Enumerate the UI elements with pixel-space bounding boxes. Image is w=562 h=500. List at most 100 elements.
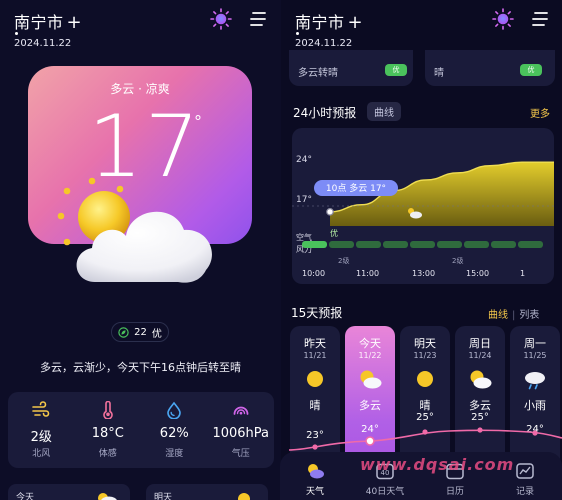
humidity-value: 62% xyxy=(159,426,189,441)
aqi-bar-row xyxy=(302,241,543,248)
aqi-row-label: 空气 xyxy=(296,232,312,242)
light-rain-icon xyxy=(525,372,545,390)
page-indicator-dot xyxy=(15,32,18,35)
aqi-bar-segment xyxy=(356,241,381,248)
partly-cloudy-icon xyxy=(470,370,492,389)
forecast-weekday: 今天 xyxy=(359,337,381,350)
forecast-weekday: 明天 xyxy=(414,337,436,350)
quality-card-today[interactable]: 多云转晴 优 xyxy=(289,48,413,86)
day-card-label: 明天 xyxy=(154,493,173,500)
quality-badge: 优 xyxy=(520,64,542,76)
partly-cloudy-icon xyxy=(360,370,382,389)
current-hour-point xyxy=(326,208,334,216)
time-label: 10:00 xyxy=(302,269,325,278)
plus-icon[interactable]: + xyxy=(348,12,364,33)
forecast-condition: 多云 xyxy=(469,399,491,412)
forecast-temp: 25° xyxy=(416,412,434,423)
plus-icon[interactable]: + xyxy=(67,12,83,33)
current-condition: 多云 · 凉爽 xyxy=(110,82,170,96)
wind-level-label: 2级 xyxy=(452,256,463,265)
page-indicator-dot xyxy=(296,32,299,35)
time-label: 13:00 xyxy=(412,269,435,278)
city-name: 南宁市 xyxy=(295,13,345,32)
watermark-text: www.dqsai.com xyxy=(360,455,515,474)
forecast-date: 11/22 xyxy=(358,351,382,360)
day-card-today[interactable]: 今天 xyxy=(8,484,130,500)
sunny-icon xyxy=(417,371,433,387)
aqi-bar-segment xyxy=(518,241,543,248)
aqi-bar-segment xyxy=(383,241,408,248)
menu-icon[interactable] xyxy=(249,11,267,27)
weather-home-panel: 南宁市 + 2024.11.22 多云 · 凉爽 17 ° 22 优 多云，云渐… xyxy=(0,0,281,500)
pressure-label: 气压 xyxy=(231,449,250,459)
degree-symbol: ° xyxy=(194,112,202,131)
quality-badge: 优 xyxy=(385,64,407,76)
pressure-value: 1006hPa xyxy=(212,426,270,441)
feels-like-value: 18°C xyxy=(91,426,124,441)
wind-value: 2级 xyxy=(30,430,52,445)
sun-icon[interactable] xyxy=(492,8,514,30)
wind-icon xyxy=(32,401,50,417)
tab-label: 记录 xyxy=(515,487,534,497)
city-selector[interactable]: 南宁市 + xyxy=(14,9,82,33)
aqi-level: 优 xyxy=(151,328,162,340)
tab-curve[interactable]: 曲线 xyxy=(488,310,508,321)
hourly-more-link[interactable]: 更多 xyxy=(530,105,550,120)
forecast-date: 11/24 xyxy=(468,351,492,360)
hourly-mode-tag[interactable]: 曲线 xyxy=(367,102,401,121)
forecast-date: 11/21 xyxy=(303,351,327,360)
date-label: 2024.11.22 xyxy=(295,38,353,49)
aqi-bar-segment xyxy=(464,241,489,248)
forecast-temp: 23° xyxy=(306,430,324,441)
tab-list[interactable]: 列表 xyxy=(519,310,539,321)
header: 南宁市 + 2024.11.22 xyxy=(0,0,281,56)
forecast-weekday: 周日 xyxy=(469,337,491,350)
humidity-label: 湿度 xyxy=(165,449,184,459)
tab-separator: | xyxy=(512,310,516,321)
city-selector[interactable]: 南宁市 + xyxy=(295,9,363,33)
stat-feels-like[interactable]: 18°C 体感 xyxy=(75,392,142,468)
forecast15-title: 15天预报 xyxy=(291,306,343,320)
aqi-bar-segment xyxy=(491,241,516,248)
aqi-bar-segment xyxy=(410,241,435,248)
feels-like-label: 体感 xyxy=(98,449,117,459)
forecast-date: 11/23 xyxy=(413,351,437,360)
day-card-label: 今天 xyxy=(16,493,35,500)
aqi-value: 22 xyxy=(134,326,147,338)
weather-stats: 2级 北风 18°C 体感 62% 湿度 1006hPa 气压 xyxy=(8,392,274,468)
day-card-tomorrow[interactable]: 明天 xyxy=(146,484,268,500)
stat-pressure[interactable]: 1006hPa 气压 xyxy=(208,392,275,468)
sunny-icon xyxy=(307,371,323,387)
y-tick-label: 17° xyxy=(296,195,312,205)
quality-card-text: 多云转晴 xyxy=(298,68,338,79)
forecast-condition: 小雨 xyxy=(524,399,546,412)
quality-card-tomorrow[interactable]: 晴 优 xyxy=(425,48,555,86)
forecast-weekday: 周一 xyxy=(524,337,546,350)
forecast15-tabs: 曲线 | 列表 xyxy=(488,306,539,321)
city-name: 南宁市 xyxy=(14,13,64,32)
stat-humidity[interactable]: 62% 湿度 xyxy=(141,392,208,468)
forecast-temp: 24° xyxy=(526,424,544,435)
tab-label: 天气 xyxy=(305,487,324,497)
header: 南宁市 + 2024.11.22 xyxy=(281,0,562,50)
time-label: 15:00 xyxy=(466,269,489,278)
forecast-temp: 25° xyxy=(471,412,489,423)
time-label: 1 xyxy=(520,269,525,278)
sunny-icon xyxy=(238,493,250,500)
menu-icon[interactable] xyxy=(531,11,549,27)
forecast-condition: 晴 xyxy=(419,399,431,412)
pressure-icon xyxy=(233,406,249,415)
tab-label: 40日天气 xyxy=(365,487,405,497)
stat-wind[interactable]: 2级 北风 xyxy=(8,392,75,468)
aqi-badge[interactable]: 22 优 xyxy=(111,322,169,342)
sun-icon[interactable] xyxy=(210,8,232,30)
forecast-condition: 多云 xyxy=(359,399,381,412)
tab-weather[interactable]: 天气 xyxy=(280,452,350,500)
forecast-weekday: 昨天 xyxy=(304,337,326,350)
time-label: 11:00 xyxy=(356,269,379,278)
leaf-icon xyxy=(118,326,129,338)
wind-level-label: 2级 xyxy=(338,256,349,265)
partly-cloudy-illustration xyxy=(57,177,212,283)
tab-label: 日历 xyxy=(445,487,464,497)
aqi-label: 优 xyxy=(330,228,338,238)
